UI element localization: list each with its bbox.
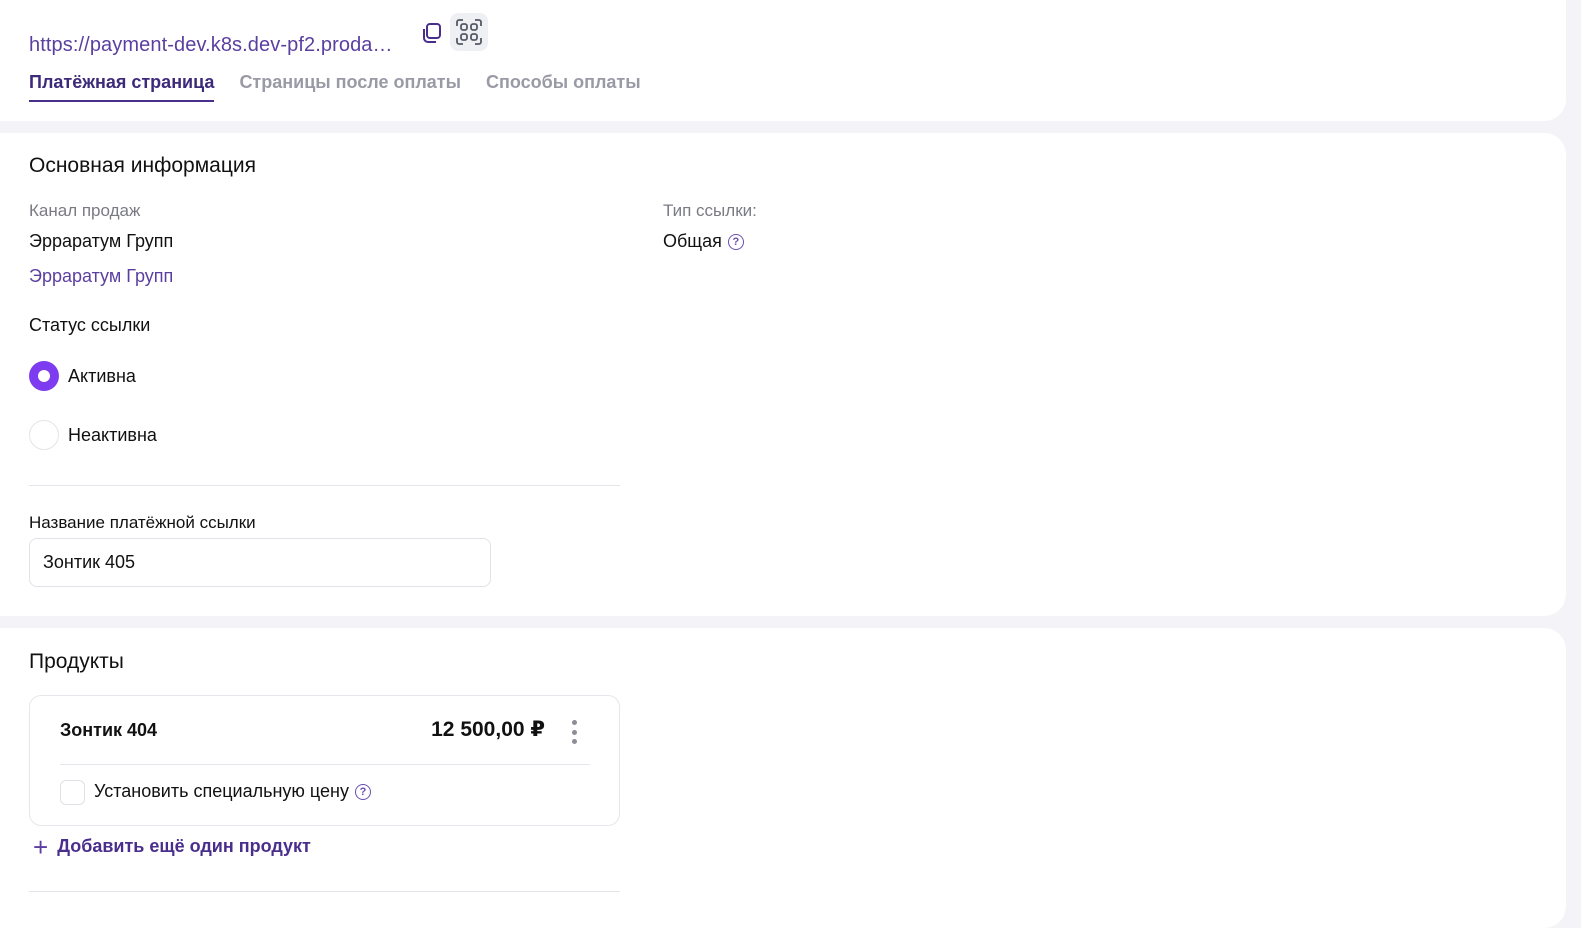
products-title: Продукты	[29, 650, 124, 673]
product-name: Зонтик 404	[60, 720, 158, 740]
link-name-label: Название платёжной ссылки	[29, 513, 256, 532]
qr-code-icon	[456, 19, 482, 45]
copy-button[interactable]	[415, 16, 449, 50]
section-divider	[29, 485, 620, 486]
qr-code-button[interactable]	[450, 13, 488, 51]
tab-payment-methods[interactable]: Способы оплаты	[486, 72, 641, 102]
payment-url[interactable]: https://payment-dev.k8s.dev-pf2.proda…	[29, 34, 393, 57]
tab-payment-page[interactable]: Платёжная страница	[29, 72, 215, 102]
copy-icon	[423, 23, 441, 43]
add-product-button[interactable]: + Добавить ещё один продукт	[33, 831, 311, 862]
special-price-checkbox[interactable]	[60, 780, 85, 805]
radio-inactive[interactable]	[29, 420, 59, 450]
help-icon[interactable]: ?	[727, 234, 744, 251]
help-icon[interactable]: ?	[355, 784, 371, 801]
product-item: Зонтик 404 12 500,00 ₽ Установить специа…	[29, 695, 620, 826]
product-divider	[60, 764, 590, 765]
link-type-label: Тип ссылки:	[663, 201, 757, 220]
link-type-value-row: Общая?	[663, 231, 744, 252]
more-options-icon[interactable]	[563, 720, 585, 744]
main-info-title: Основная информация	[29, 154, 256, 177]
radio-inactive-label[interactable]: Неактивна	[68, 425, 157, 446]
radio-active[interactable]	[29, 361, 59, 391]
tab-after-payment-pages[interactable]: Страницы после оплаты	[239, 72, 461, 102]
link-status-label: Статус ссылки	[29, 315, 151, 335]
link-name-input[interactable]	[29, 538, 491, 587]
sales-channel-value: Эрраратум Групп	[29, 231, 174, 251]
link-header-card: https://payment-dev.k8s.dev-pf2.proda… П…	[0, 0, 1566, 121]
sales-channel-link[interactable]: Эрраратум Групп	[29, 266, 173, 287]
page-tabs: Платёжная страница Страницы после оплаты…	[29, 72, 641, 102]
special-price-row: Установить специальную цену?	[94, 781, 371, 802]
link-type-value: Общая	[663, 231, 722, 251]
main-info-card: Основная информация Канал продаж Эррарат…	[0, 133, 1566, 616]
add-product-label: Добавить ещё один продукт	[57, 836, 311, 856]
plus-icon: +	[33, 831, 49, 862]
products-divider	[29, 891, 620, 892]
special-price-label[interactable]: Установить специальную цену	[94, 781, 349, 801]
product-price: 12 500,00 ₽	[431, 718, 545, 741]
radio-active-label[interactable]: Активна	[68, 366, 136, 387]
payment-url-row: https://payment-dev.k8s.dev-pf2.proda…	[29, 32, 393, 58]
products-card: Продукты Зонтик 404 12 500,00 ₽ Установи…	[0, 628, 1566, 928]
sales-channel-label: Канал продаж	[29, 201, 141, 220]
